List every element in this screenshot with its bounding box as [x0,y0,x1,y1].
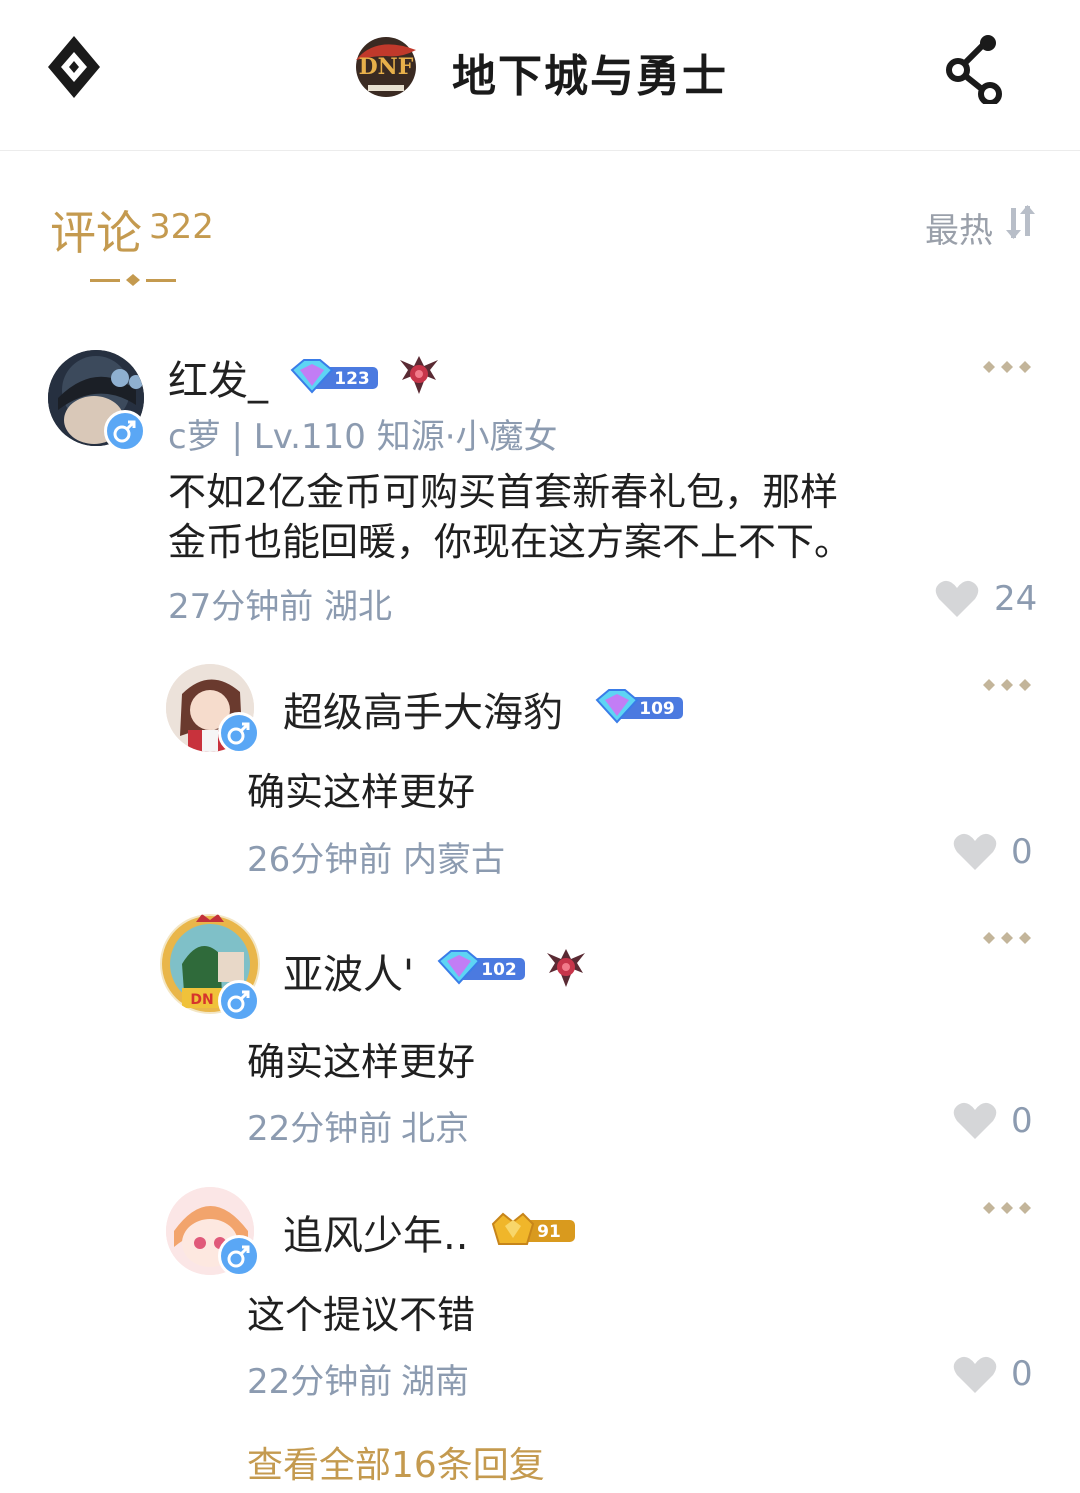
comment-text-line-1: 不如2亿金币可购买首套新春礼包，那样 [168,470,839,514]
sort-icon[interactable] [1004,204,1038,240]
like-count: 0 [1011,832,1033,872]
male-gender-icon [104,410,146,452]
level-badge-value: 91 [537,1222,561,1242]
level-badge: 102 [435,949,527,987]
view-all-replies-link[interactable]: 查看全部16条回复 [247,1436,545,1488]
more-options-icon[interactable] [982,359,1032,373]
like-heart-icon[interactable] [952,1355,998,1395]
like-heart-icon[interactable] [952,1101,998,1141]
reply-text: 确实这样更好 [247,1040,476,1084]
like-count: 0 [1011,1354,1033,1394]
sort-hot-button[interactable]: 最热 [925,203,993,252]
level-badge: 123 [288,358,380,396]
more-options-icon[interactable] [982,677,1032,691]
level-badge: 109 [593,688,685,726]
dnf-logo-icon: DNF [346,30,426,104]
reply-text: 这个提议不错 [247,1293,476,1337]
username[interactable]: 超级高手大海豹 [283,680,563,738]
rank-emblem-icon [394,352,444,398]
username[interactable]: 亚波人' [283,942,414,1000]
rank-emblem-icon [541,945,591,991]
reply-location: 北京 [401,1109,469,1149]
reply-text: 确实这样更好 [247,770,476,814]
username[interactable]: 追风少年.. [283,1203,468,1261]
male-gender-icon [218,1235,260,1277]
reply-location: 内蒙古 [403,840,505,880]
level-badge-value: 102 [481,960,517,980]
diamond-menu-icon[interactable] [46,34,102,100]
comment-location: 湖北 [324,587,392,627]
level-badge-value: 123 [334,369,370,389]
top-bar: DNF 地下城与勇士 [0,0,1080,151]
comments-count: 322 [149,207,214,247]
share-icon[interactable] [944,32,1002,106]
level-badge-value: 109 [639,699,675,719]
comment-text-line-2: 金币也能回暖，你现在这方案不上不下。 [168,520,853,564]
male-gender-icon [218,712,260,754]
user-info: c萝 | Lv.110 知源·小魔女 [168,417,558,457]
comments-label: 评论 [50,206,142,260]
more-options-icon[interactable] [982,930,1032,944]
like-count: 0 [1011,1101,1033,1141]
like-heart-icon[interactable] [952,832,998,872]
reply-time: 22分钟前 [247,1109,393,1149]
username[interactable]: 红发_ [168,348,268,406]
more-options-icon[interactable] [982,1200,1032,1214]
svg-text:DNF: DNF [359,54,414,80]
page-title: 地下城与勇士 [452,51,728,102]
reply-location: 湖南 [401,1362,469,1402]
like-count: 24 [994,579,1038,619]
level-badge: 91 [489,1210,581,1250]
svg-text:DN: DN [190,992,213,1008]
reply-time: 26分钟前 [247,840,393,880]
male-gender-icon [218,980,260,1022]
like-heart-icon[interactable] [934,579,980,619]
comment-time: 27分钟前 [168,587,314,627]
tab-underline-ornament [90,272,176,286]
reply-time: 22分钟前 [247,1362,393,1402]
